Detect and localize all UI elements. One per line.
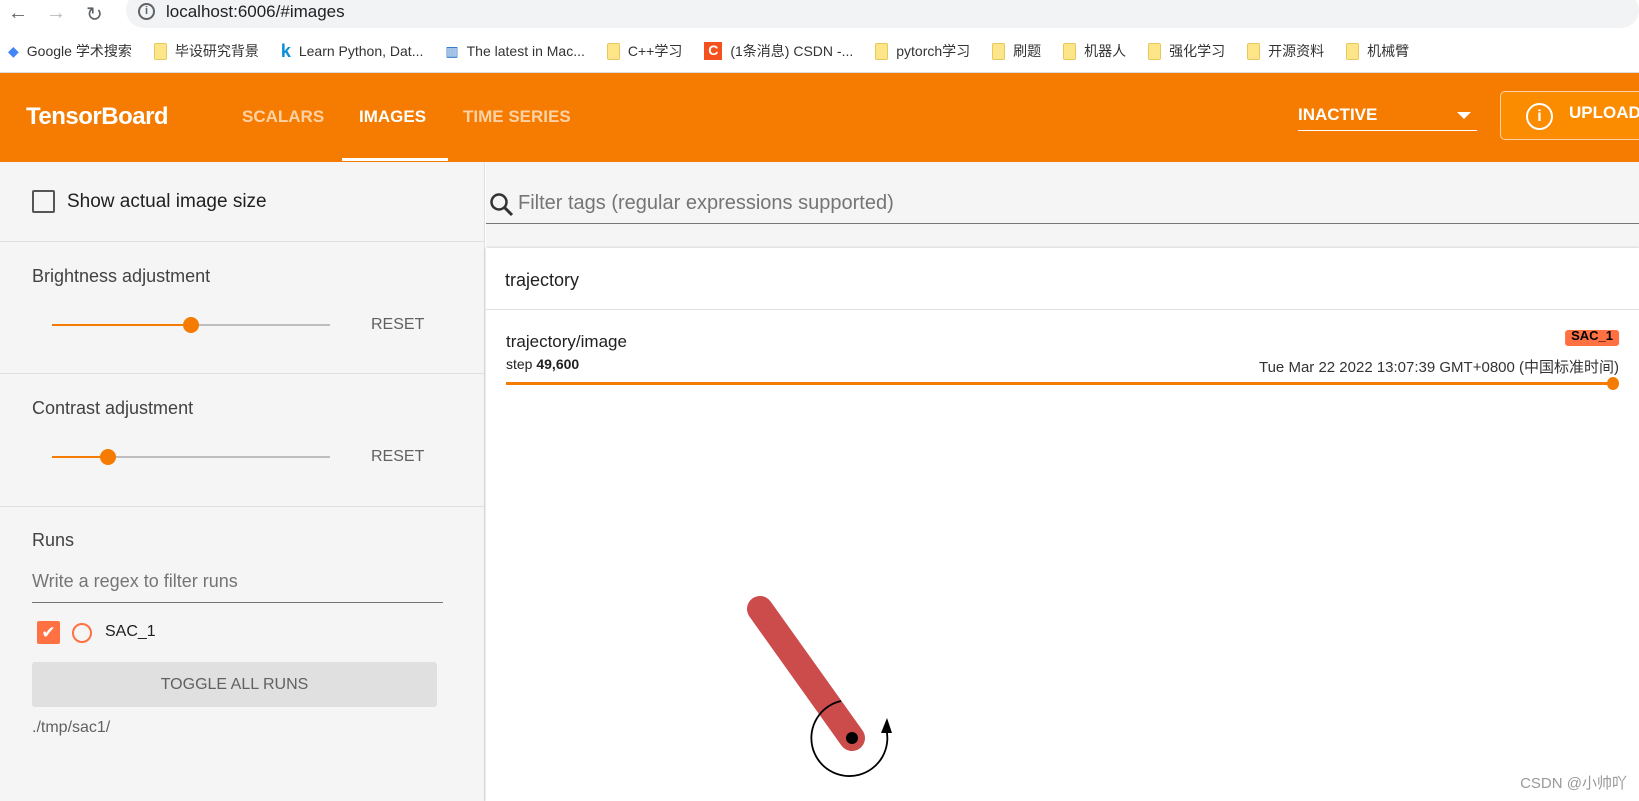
brightness-reset-button[interactable]: RESET: [371, 316, 424, 334]
folder-icon: [153, 42, 167, 60]
bookmark-label: (1条消息) CSDN -...: [730, 43, 854, 59]
url-text[interactable]: localhost:6006/#images: [166, 2, 345, 22]
arrow-head-icon: [881, 718, 892, 733]
show-actual-size-label: Show actual image size: [67, 191, 267, 212]
folder-icon: [606, 42, 620, 60]
tab-time-series[interactable]: TIME SERIES: [463, 107, 571, 127]
run-name: SAC_1: [105, 623, 156, 640]
folder-icon: [1346, 42, 1360, 60]
contrast-slider[interactable]: [52, 449, 330, 465]
folder-icon: [1148, 42, 1162, 60]
bookmark[interactable]: C (1条消息) CSDN -...: [704, 41, 853, 61]
info-icon[interactable]: i: [138, 3, 155, 20]
bookmark[interactable]: 机械臂: [1346, 41, 1409, 61]
bookmark[interactable]: 开源资料: [1247, 41, 1324, 61]
browser-toolbar: ← → ↻ i localhost:6006/#images: [0, 0, 1639, 30]
bookmark[interactable]: 机器人: [1063, 41, 1126, 61]
bookmark-label: Google 学术搜索: [26, 43, 132, 59]
toggle-all-runs-button[interactable]: TOGGLE ALL RUNS: [32, 662, 437, 707]
bookmarks-bar: ◆ Google 学术搜索 毕设研究背景 k Learn Python, Dat..…: [0, 30, 1639, 73]
brightness-slider[interactable]: [52, 317, 330, 333]
bookmark-label: 刷题: [1013, 43, 1042, 59]
k-icon: k: [280, 40, 291, 61]
slider-fill: [52, 324, 191, 326]
bookmark[interactable]: k Learn Python, Dat...: [281, 41, 424, 62]
bookmark-label: 强化学习: [1169, 43, 1226, 59]
slider-knob[interactable]: [183, 317, 199, 333]
active-tab-indicator: [342, 158, 448, 161]
watermark: CSDN @小帅吖: [1520, 775, 1627, 792]
run-color-icon[interactable]: [72, 623, 92, 643]
bookmark[interactable]: ▥ The latest in Mac...: [445, 43, 585, 60]
bookmark-label: C++学习: [627, 43, 683, 59]
runs-title: Runs: [32, 530, 75, 550]
folder-icon: [1063, 42, 1077, 60]
contrast-label: Contrast adjustment: [32, 398, 194, 418]
select-value: INACTIVE: [1298, 105, 1378, 124]
pendulum-rod: [747, 596, 865, 751]
bookmark-label: 机器人: [1084, 43, 1127, 59]
show-actual-size-checkbox[interactable]: [32, 190, 55, 213]
barcode-icon: ▥: [445, 42, 459, 59]
info-icon: i: [1526, 103, 1553, 130]
tag-card: trajectory trajectory/image step 49,600 …: [486, 248, 1639, 801]
csdn-icon: C: [704, 42, 723, 60]
bookmark[interactable]: pytorch学习: [875, 41, 970, 61]
logdir-text: ./tmp/sac1/: [32, 719, 111, 736]
logo[interactable]: TensorBoard: [26, 103, 169, 131]
filter-placeholder: Filter tags (regular expressions support…: [518, 192, 894, 214]
tab-scalars[interactable]: SCALARS: [242, 107, 324, 127]
main-content: Filter tags (regular expressions support…: [486, 162, 1639, 801]
pendulum-image: [747, 596, 892, 777]
runs-filter-placeholder: Write a regex to filter runs: [32, 571, 238, 591]
bookmark-label: The latest in Mac...: [466, 43, 585, 59]
folder-icon: [992, 42, 1006, 60]
google-scholar-icon: ◆: [8, 42, 19, 59]
bookmark[interactable]: 强化学习: [1148, 41, 1225, 61]
pivot-dot: [846, 732, 858, 744]
tag-filter-input[interactable]: Filter tags (regular expressions support…: [486, 184, 1639, 224]
bookmark[interactable]: C++学习: [606, 41, 683, 61]
caret-down-icon: [1457, 112, 1471, 119]
bookmark[interactable]: 刷题: [992, 41, 1041, 61]
bookmark-label: 毕设研究背景: [174, 43, 259, 59]
bookmark[interactable]: ◆ Google 学术搜索: [8, 41, 132, 61]
bookmark[interactable]: 毕设研究背景: [153, 41, 259, 61]
upload-label: UPLOAD: [1569, 103, 1639, 122]
search-icon: [490, 193, 514, 217]
brightness-section: Brightness adjustment RESET: [0, 242, 484, 374]
run-checkbox[interactable]: ✔: [37, 621, 60, 644]
bookmark-label: Learn Python, Dat...: [298, 43, 424, 59]
contrast-reset-button[interactable]: RESET: [371, 448, 424, 466]
bookmark-label: 机械臂: [1367, 43, 1410, 59]
slider-knob[interactable]: [99, 449, 116, 465]
sidebar: Show actual image size Brightness adjust…: [0, 162, 485, 801]
contrast-section: Contrast adjustment RESET: [0, 374, 484, 507]
bookmark-label: 开源资料: [1268, 43, 1325, 59]
runs-filter-input[interactable]: Write a regex to filter runs: [32, 571, 443, 603]
folder-icon: [1247, 42, 1261, 60]
back-icon[interactable]: ←: [8, 2, 28, 25]
reload-icon[interactable]: ↻: [86, 2, 103, 27]
upload-button[interactable]: i UPLOAD: [1500, 91, 1639, 140]
folder-icon: [875, 42, 889, 60]
forward-icon[interactable]: →: [46, 2, 66, 25]
plugin-select[interactable]: INACTIVE: [1298, 99, 1477, 131]
bookmark-label: pytorch学习: [896, 43, 971, 59]
app-header: TensorBoard SCALARS IMAGES TIME SERIES I…: [0, 73, 1639, 162]
filter-bar: Filter tags (regular expressions support…: [486, 162, 1639, 248]
brightness-label: Brightness adjustment: [32, 266, 211, 286]
address-bar[interactable]: [126, 0, 1639, 28]
tab-images[interactable]: IMAGES: [359, 107, 426, 127]
show-size-section: Show actual image size: [0, 162, 484, 242]
